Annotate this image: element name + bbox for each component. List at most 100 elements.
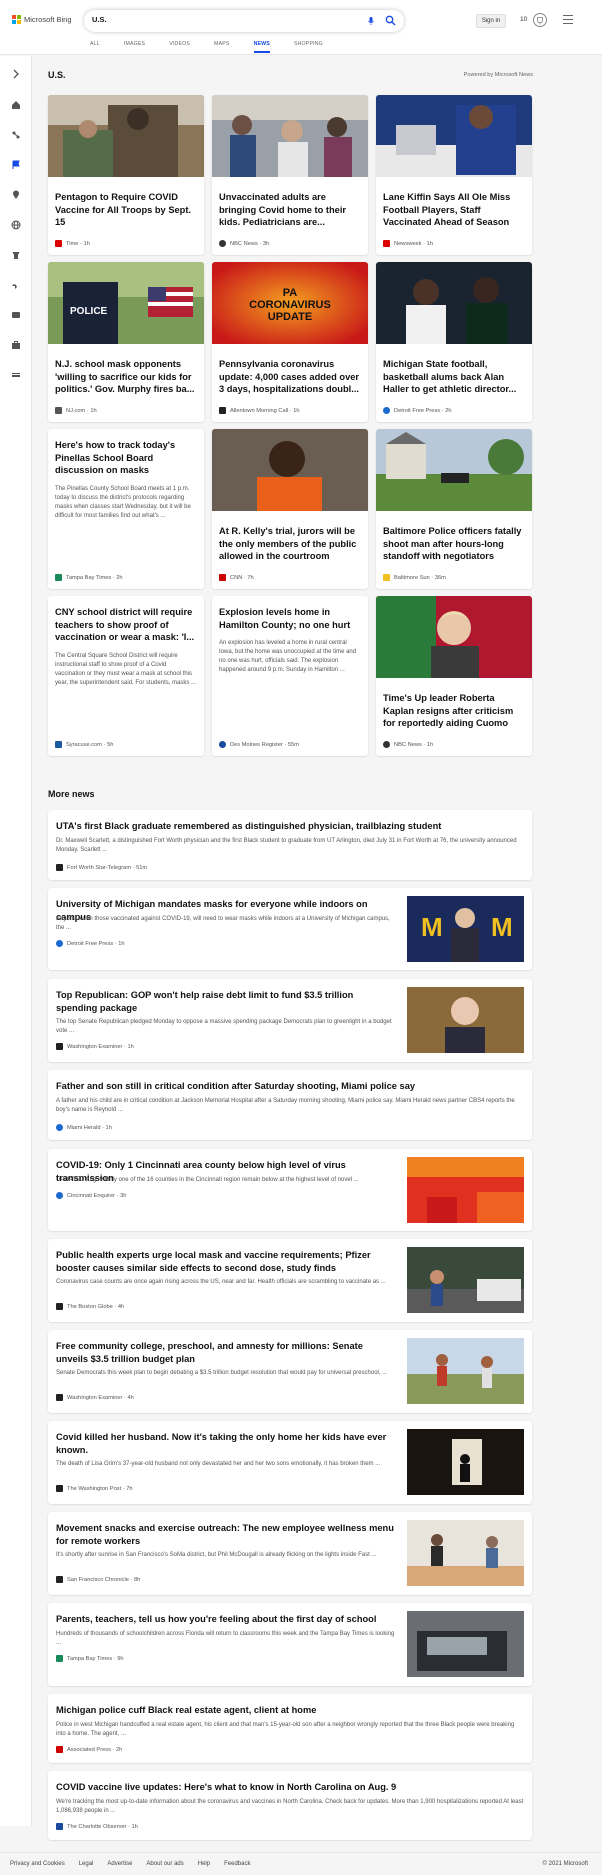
powered-by[interactable]: Powered by Microsoft News [464, 72, 533, 78]
item-source: Detroit Free Press · 1h [56, 940, 125, 947]
home-icon[interactable] [11, 100, 21, 110]
source-logo-icon [56, 1823, 63, 1830]
item-description: A father and his child are in critical c… [56, 1098, 515, 1113]
search-icon[interactable] [385, 15, 396, 26]
news-list-item[interactable]: UTA's first Black graduate remembered as… [48, 810, 532, 880]
item-source: Fort Worth Star-Telegram · 51m [56, 864, 147, 871]
news-list-item[interactable]: Covid killed her husband. Now it's takin… [48, 1421, 532, 1504]
card-title[interactable]: Explosion levels home in Hamilton County… [212, 596, 368, 631]
tab-news[interactable]: NEWS [253, 41, 271, 53]
card-title[interactable]: Here's how to track today's Pinellas Sch… [48, 429, 204, 477]
news-list-item[interactable]: Free community college, preschool, and a… [48, 1330, 532, 1413]
news-thumbnail: M M [407, 896, 524, 962]
card-description: An explosion has leveled a home in rural… [219, 640, 357, 673]
search-input[interactable]: U.S. [92, 15, 107, 24]
news-list-item[interactable]: Top Republican: GOP won't help raise deb… [48, 979, 532, 1062]
rewards-trophy-icon[interactable] [533, 13, 547, 27]
local-pin-icon[interactable] [11, 190, 21, 200]
card-source: Time · 1h [55, 240, 90, 247]
discover-icon[interactable] [11, 130, 21, 140]
brand-name: Microsoft Bing [24, 15, 72, 24]
card-title[interactable]: Michigan State football, basketball alum… [376, 349, 532, 396]
svg-text:M: M [421, 912, 443, 942]
card-title[interactable]: Pentagon to Require COVID Vaccine for Al… [48, 182, 204, 229]
source-logo-icon [55, 407, 62, 414]
news-card[interactable]: At R. Kelly's trial, jurors will be the … [212, 429, 368, 589]
item-title[interactable]: Parents, teachers, tell us how you're fe… [56, 1613, 396, 1626]
source-logo-icon [383, 407, 390, 414]
news-image [376, 262, 532, 344]
news-list-item[interactable]: COVID-19: Only 1 Cincinnati area county … [48, 1149, 532, 1231]
item-title[interactable]: Michigan police cuff Black real estate a… [56, 1704, 524, 1717]
card-title[interactable]: Pennsylvania coronavirus update: 4,000 c… [212, 349, 368, 396]
tab-images[interactable]: IMAGES [124, 41, 145, 47]
business-briefcase-icon[interactable] [11, 340, 21, 350]
menu-icon[interactable] [563, 15, 573, 24]
news-card[interactable]: POLICE N.J. school mask opponents 'willi… [48, 262, 204, 422]
card-title[interactable]: Unvaccinated adults are bringing Covid h… [212, 182, 368, 229]
search-box[interactable]: U.S. [84, 10, 404, 32]
news-list-item[interactable]: Movement snacks and exercise outreach: T… [48, 1512, 532, 1595]
footer-link-legal[interactable]: Legal [79, 1861, 94, 1867]
money-icon[interactable] [11, 370, 21, 380]
us-news-flag-icon[interactable] [11, 160, 21, 170]
news-card[interactable]: CNY school district will require teacher… [48, 596, 204, 756]
item-title[interactable]: COVID vaccine live updates: Here's what … [56, 1781, 524, 1794]
card-source: Newsweek · 1h [383, 240, 433, 247]
tab-shopping[interactable]: SHOPPING [294, 41, 323, 47]
news-card[interactable]: Baltimore Police officers fatally shoot … [376, 429, 532, 589]
microphone-icon[interactable] [366, 16, 376, 26]
news-card[interactable]: Pentagon to Require COVID Vaccine for Al… [48, 95, 204, 255]
news-list-item[interactable]: Michigan police cuff Black real estate a… [48, 1694, 532, 1763]
card-title[interactable]: At R. Kelly's trial, jurors will be the … [212, 516, 368, 563]
news-card[interactable]: Lane Kiffin Says All Ole Miss Football P… [376, 95, 532, 255]
news-list-item[interactable]: COVID vaccine live updates: Here's what … [48, 1771, 532, 1840]
news-card[interactable]: Michigan State football, basketball alum… [376, 262, 532, 422]
tab-videos[interactable]: VIDEOS [169, 41, 190, 47]
bing-logo[interactable]: Microsoft Bing [12, 15, 72, 24]
item-description: Anyone, even those vaccinated against CO… [56, 916, 390, 931]
item-title[interactable]: Free community college, preschool, and a… [56, 1340, 396, 1365]
news-list-item[interactable]: University of Michigan mandates masks fo… [48, 888, 532, 970]
news-card[interactable]: Time's Up leader Roberta Kaplan resigns … [376, 596, 532, 756]
expand-chevron-icon[interactable] [11, 69, 21, 79]
tab-maps[interactable]: MAPS [214, 41, 230, 47]
footer-link-feedback[interactable]: Feedback [224, 1861, 250, 1867]
tab-all[interactable]: ALL [90, 41, 100, 47]
sign-in-button[interactable]: Sign in [476, 14, 506, 28]
news-card[interactable]: Explosion levels home in Hamilton County… [212, 596, 368, 756]
item-source: The Charlotte Observer · 1h [56, 1823, 138, 1830]
item-source: The Washington Post · 7h [56, 1485, 133, 1492]
card-title[interactable]: Baltimore Police officers fatally shoot … [376, 516, 532, 563]
card-source: CNN · 7h [219, 574, 254, 581]
news-thumbnail [407, 1520, 524, 1586]
item-title[interactable]: Father and son still in critical conditi… [56, 1080, 524, 1093]
science-rocket-icon[interactable] [11, 280, 21, 290]
item-title[interactable]: Public health experts urge local mask an… [56, 1249, 396, 1274]
footer-link-about-ads[interactable]: About our ads [146, 1861, 183, 1867]
news-card[interactable]: Unvaccinated adults are bringing Covid h… [212, 95, 368, 255]
news-list-item[interactable]: Public health experts urge local mask an… [48, 1239, 532, 1322]
card-title[interactable]: Lane Kiffin Says All Ole Miss Football P… [376, 182, 532, 229]
world-globe-icon[interactable] [11, 220, 21, 230]
footer-link-privacy[interactable]: Privacy and Cookies [10, 1861, 65, 1867]
card-title[interactable]: CNY school district will require teacher… [48, 596, 204, 644]
entertainment-icon[interactable] [11, 310, 21, 320]
source-logo-icon [383, 574, 390, 581]
more-news-title: More news [48, 789, 95, 799]
card-title[interactable]: N.J. school mask opponents 'willing to s… [48, 349, 204, 396]
item-title[interactable]: Covid killed her husband. Now it's takin… [56, 1431, 396, 1456]
footer-link-help[interactable]: Help [198, 1861, 210, 1867]
news-card[interactable]: PA CORONAVIRUS UPDATE Pennsylvania coron… [212, 262, 368, 422]
item-title[interactable]: Movement snacks and exercise outreach: T… [56, 1522, 396, 1547]
card-title[interactable]: Time's Up leader Roberta Kaplan resigns … [376, 683, 532, 730]
item-title[interactable]: UTA's first Black graduate remembered as… [56, 820, 524, 833]
rewards-count[interactable]: 10 [520, 16, 527, 23]
source-logo-icon [55, 574, 62, 581]
news-card[interactable]: Here's how to track today's Pinellas Sch… [48, 429, 204, 589]
politics-podium-icon[interactable] [11, 250, 21, 260]
news-list-item[interactable]: Father and son still in critical conditi… [48, 1070, 532, 1140]
footer-link-advertise[interactable]: Advertise [107, 1861, 132, 1867]
news-list-item[interactable]: Parents, teachers, tell us how you're fe… [48, 1603, 532, 1686]
item-title[interactable]: Top Republican: GOP won't help raise deb… [56, 989, 396, 1014]
